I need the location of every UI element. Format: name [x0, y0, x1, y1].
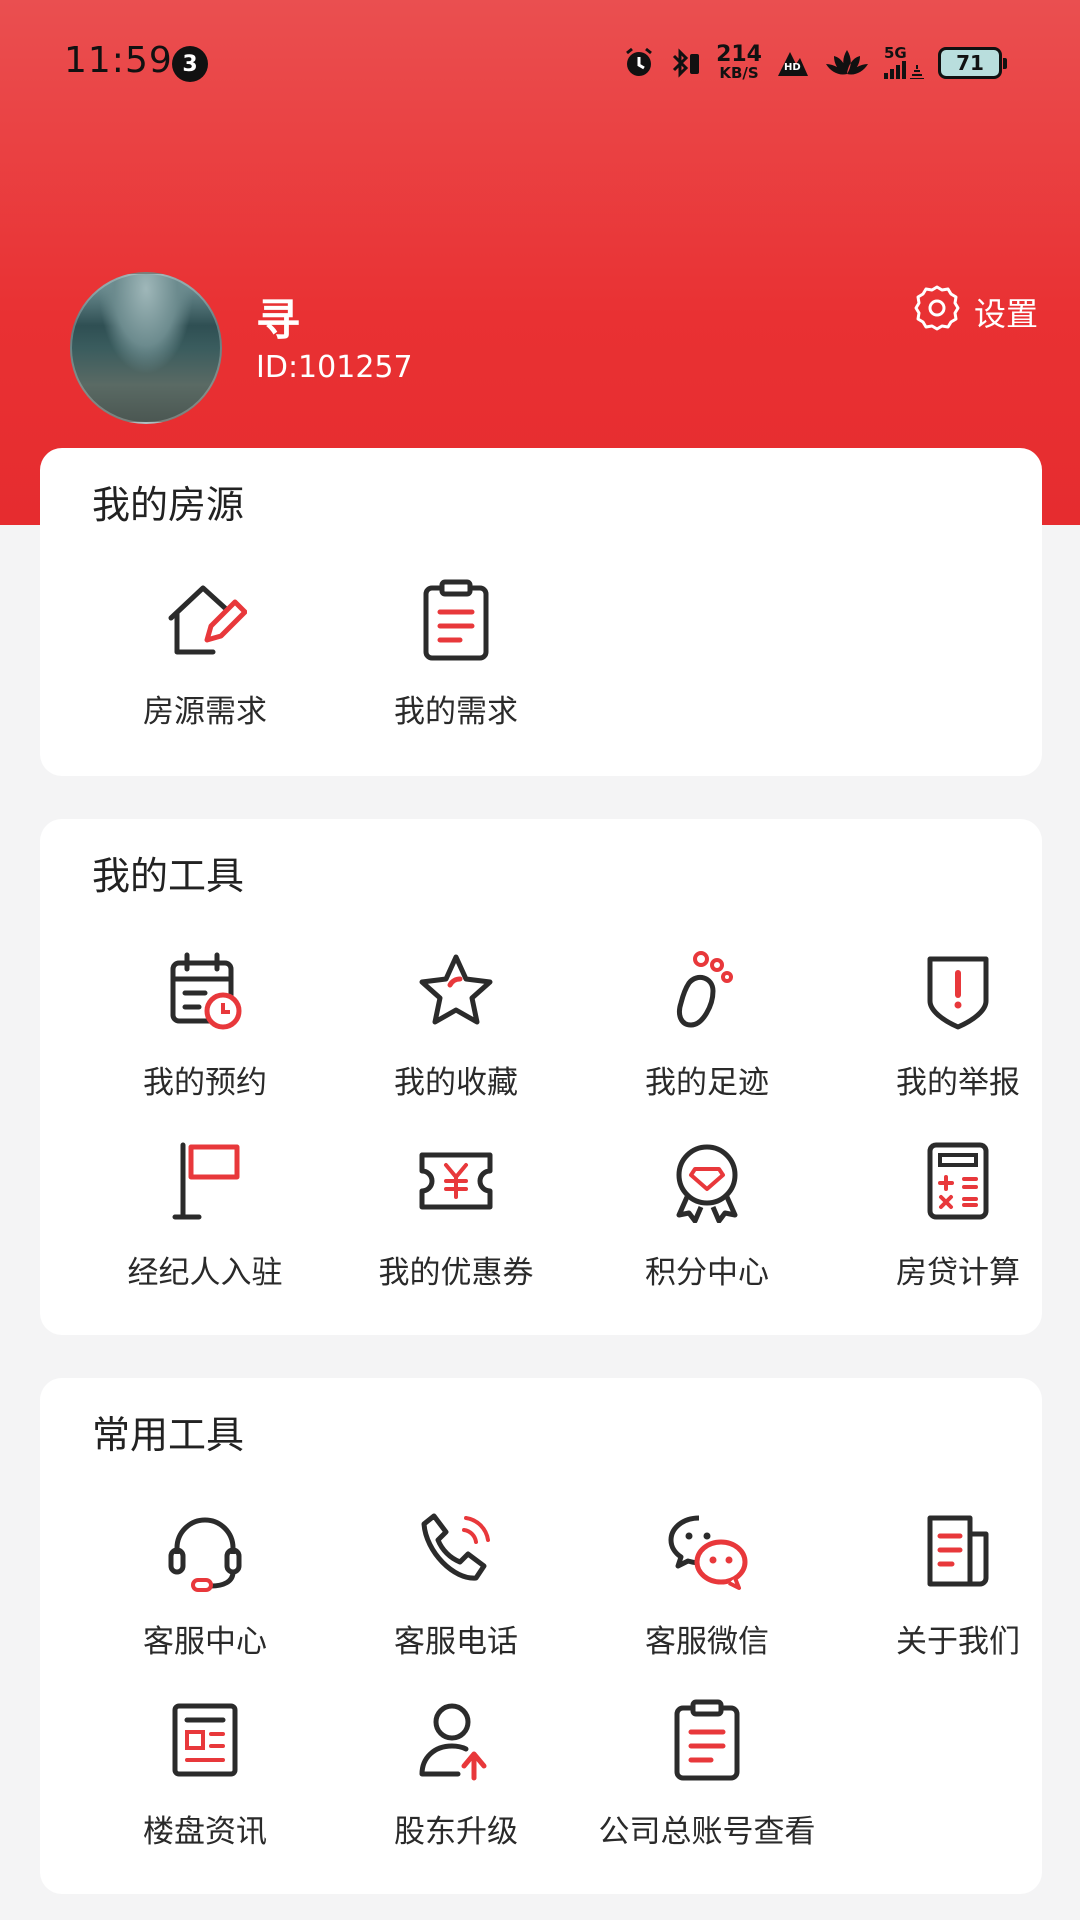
calendar-clock-icon [163, 949, 247, 1033]
calculator-icon [916, 1139, 1000, 1223]
document-icon [916, 1508, 1000, 1592]
item-label: 房源需求 [143, 694, 267, 730]
phone-icon [414, 1508, 498, 1592]
clipboard-list-icon [665, 1698, 749, 1782]
customer-service-center-button[interactable]: 客服中心 [80, 1508, 330, 1661]
customer-wechat-button[interactable]: 客服微信 [582, 1508, 832, 1661]
alarm-icon [622, 46, 656, 80]
settings-label: 设置 [973, 295, 1038, 333]
lotus-icon [824, 46, 870, 80]
clipboard-icon [414, 578, 498, 662]
avatar[interactable] [70, 272, 222, 424]
item-label: 楼盘资讯 [143, 1814, 267, 1850]
item-label: 我的举报 [896, 1065, 1020, 1101]
my-footprints-button[interactable]: 我的足迹 [582, 949, 832, 1102]
my-demand-button[interactable]: 我的需求 [331, 578, 581, 731]
status-time: 11:59 [64, 40, 173, 81]
news-icon [163, 1698, 247, 1782]
item-label: 客服微信 [645, 1624, 769, 1660]
customer-phone-button[interactable]: 客服电话 [331, 1508, 581, 1661]
cellular-signal: 5G [884, 46, 924, 79]
my-coupons-button[interactable]: 我的优惠券 [331, 1139, 581, 1292]
user-name: 寻 [256, 295, 300, 346]
flag-icon [163, 1139, 247, 1223]
agent-join-button[interactable]: 经纪人入驻 [80, 1139, 330, 1292]
section-title: 常用工具 [92, 1413, 245, 1457]
wechat-icon [665, 1508, 749, 1592]
mortgage-calculator-button[interactable]: 房贷计算 [833, 1139, 1080, 1292]
my-reports-button[interactable]: 我的举报 [833, 949, 1080, 1102]
item-label: 我的收藏 [394, 1065, 518, 1101]
gear-icon [912, 283, 962, 341]
my-listings-card: 我的房源 房源需求 我的需求 [40, 448, 1042, 776]
about-us-button[interactable]: 关于我们 [833, 1508, 1080, 1661]
settings-button[interactable]: 设置 [912, 283, 1038, 341]
network-speed: 214 KB/S [716, 42, 762, 82]
shareholder-upgrade-button[interactable]: 股东升级 [331, 1698, 581, 1851]
item-label: 我的预约 [143, 1065, 267, 1101]
status-bar: 11:59 3 214 KB/S HD 5G 71 [0, 0, 1080, 130]
battery-indicator: 71 [938, 46, 1007, 79]
section-title: 我的工具 [92, 854, 245, 898]
star-icon [414, 949, 498, 1033]
item-label: 我的优惠券 [378, 1255, 534, 1291]
item-label: 客服中心 [143, 1624, 267, 1660]
house-demand-button[interactable]: 房源需求 [80, 578, 330, 731]
section-title: 我的房源 [92, 483, 245, 527]
user-upgrade-icon [414, 1698, 498, 1782]
notification-badge: 3 [172, 46, 208, 82]
item-label: 我的足迹 [645, 1065, 769, 1101]
company-account-button[interactable]: 公司总账号查看 [582, 1698, 832, 1851]
item-label: 积分中心 [645, 1255, 769, 1291]
property-news-button[interactable]: 楼盘资讯 [80, 1698, 330, 1851]
shield-alert-icon [916, 949, 1000, 1033]
item-label: 客服电话 [394, 1624, 518, 1660]
item-label: 股东升级 [394, 1814, 518, 1850]
my-appointments-button[interactable]: 我的预约 [80, 949, 330, 1102]
item-label: 我的需求 [394, 694, 518, 730]
status-icons: 214 KB/S HD 5G 71 [622, 42, 1007, 82]
footprint-icon [665, 949, 749, 1033]
user-id: ID:101257 [256, 350, 413, 385]
bluetooth-battery-icon [670, 46, 702, 80]
house-edit-icon [163, 578, 247, 662]
common-tools-card: 常用工具 客服中心 客服电话 客服微信 关于我们 楼盘资讯 股东升级 公司总账号… [40, 1378, 1042, 1894]
my-favorites-button[interactable]: 我的收藏 [331, 949, 581, 1102]
item-label: 房贷计算 [896, 1255, 1020, 1291]
hd-signal-icon: HD [776, 46, 810, 80]
item-label: 公司总账号查看 [598, 1814, 816, 1850]
item-label: 经纪人入驻 [127, 1255, 283, 1291]
coupon-icon [414, 1139, 498, 1223]
medal-icon [665, 1139, 749, 1223]
my-tools-card: 我的工具 我的预约 我的收藏 我的足迹 我的举报 经纪人入驻 我的优惠券 积分中… [40, 819, 1042, 1335]
headset-icon [163, 1508, 247, 1592]
points-center-button[interactable]: 积分中心 [582, 1139, 832, 1292]
item-label: 关于我们 [896, 1624, 1020, 1660]
